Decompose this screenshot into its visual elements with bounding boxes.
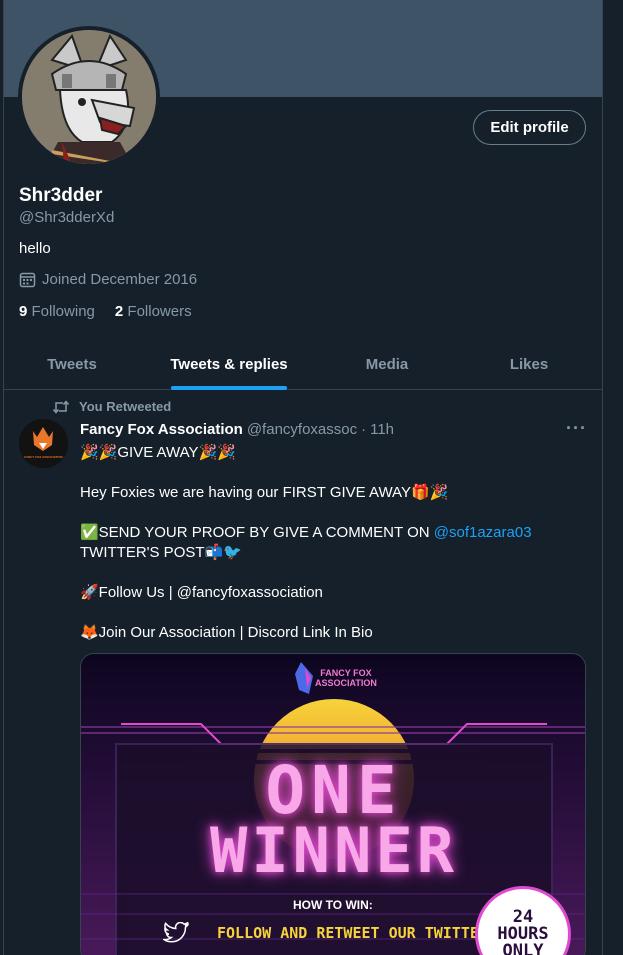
- profile-bio: hello: [19, 240, 51, 257]
- tweet-author-handle[interactable]: @fancyfoxassoc: [247, 421, 357, 438]
- tweet-separator: ·: [361, 421, 367, 438]
- tweet-line-proof: ✅SEND YOUR PROOF BY GIVE A COMMENT ON @s…: [80, 523, 585, 563]
- tweet-avatar-caption: FANCY FOX ASSOCIATION: [24, 455, 63, 459]
- followers-label: Followers: [127, 303, 192, 320]
- tab-media[interactable]: Media: [318, 340, 456, 389]
- active-tab-indicator: [171, 386, 287, 390]
- poster-logo-line-2: ASSOCIATION: [315, 678, 377, 688]
- poster-headline-winner: WINNER: [210, 814, 458, 887]
- tab-tweets[interactable]: Tweets: [4, 340, 140, 389]
- profile-page: Edit profile Shr3dder @Shr3dderXd hello …: [0, 0, 623, 955]
- joined-date-text: Joined December 2016: [42, 271, 198, 288]
- retweet-indicator: You Retweeted: [53, 399, 171, 414]
- tweet-proof-text-pre: ✅SEND YOUR PROOF BY GIVE A COMMENT ON: [80, 524, 434, 541]
- edit-profile-button[interactable]: Edit profile: [473, 110, 586, 145]
- follow-stats: 9 Following 2 Followers: [19, 303, 192, 320]
- tab-media-label: Media: [365, 356, 409, 373]
- tweet-media-image[interactable]: FANCY FOX ASSOCIATION ONE WINNER HOW TO …: [80, 653, 586, 955]
- retweet-label: You Retweeted: [79, 399, 172, 414]
- tab-tweets-label: Tweets: [47, 356, 97, 373]
- profile-handle: @Shr3dderXd: [19, 209, 115, 226]
- following-link[interactable]: 9 Following: [19, 303, 95, 320]
- tweet-author-name[interactable]: Fancy Fox Association: [80, 421, 243, 438]
- column-border-left: [3, 0, 4, 955]
- tweet-line-announcement: Hey Foxies we are having our FIRST GIVE …: [80, 484, 449, 501]
- twitter-bird-icon: [163, 922, 189, 943]
- tweet-proof-text-post: TWITTER'S POST📬🐦: [80, 544, 242, 561]
- column-border-right: [602, 0, 603, 955]
- profile-joined: Joined December 2016: [19, 271, 197, 288]
- poster-logo-line-1: FANCY FOX: [320, 668, 372, 678]
- more-icon[interactable]: ···: [566, 418, 587, 439]
- tab-tweets-replies-label: Tweets & replies: [170, 356, 288, 373]
- followers-count: 2: [114, 303, 124, 320]
- tab-tweets-replies[interactable]: Tweets & replies: [140, 340, 318, 390]
- tweet-line-follow: 🚀Follow Us | @fancyfoxassociation: [80, 584, 323, 601]
- poster-badge-line-3: ONLY: [502, 941, 544, 955]
- profile-avatar[interactable]: [18, 26, 160, 168]
- profile-display-name: Shr3dder: [19, 185, 103, 206]
- tweet-mention-link[interactable]: @sof1azara03: [434, 524, 532, 541]
- poster-follow-text: FOLLOW AND RETWEET OUR TWITTER: [217, 924, 488, 942]
- tweet-time[interactable]: 11h: [370, 421, 394, 438]
- avatar-image: [22, 30, 156, 164]
- fox-logo-icon: [19, 419, 68, 468]
- poster-how-to-win: HOW TO WIN:: [293, 898, 373, 912]
- tab-likes-label: Likes: [509, 356, 549, 373]
- following-label: Following: [31, 303, 95, 320]
- poster-logo-text: FANCY FOX ASSOCIATION: [315, 668, 377, 688]
- tweet-header: Fancy Fox Association @fancyfoxassoc · 1…: [80, 421, 394, 438]
- tweet-author-avatar[interactable]: FANCY FOX ASSOCIATION: [19, 419, 68, 468]
- tab-likes[interactable]: Likes: [456, 340, 602, 389]
- tweet-body: 🎉🎉GIVE AWAY🎉🎉 Hey Foxies we are having o…: [80, 443, 585, 663]
- followers-link[interactable]: 2 Followers: [115, 303, 192, 320]
- tweet-line-giveaway: 🎉🎉GIVE AWAY🎉🎉: [80, 444, 236, 461]
- calendar-icon: [19, 272, 36, 288]
- retweet-icon: [53, 399, 69, 414]
- tweet-line-join: 🦊Join Our Association | Discord Link In …: [80, 624, 373, 641]
- following-count: 9: [19, 303, 28, 320]
- profile-tabs: Tweets Tweets & replies Media Likes: [4, 340, 602, 390]
- wolf-avatar-illustration: [22, 30, 156, 164]
